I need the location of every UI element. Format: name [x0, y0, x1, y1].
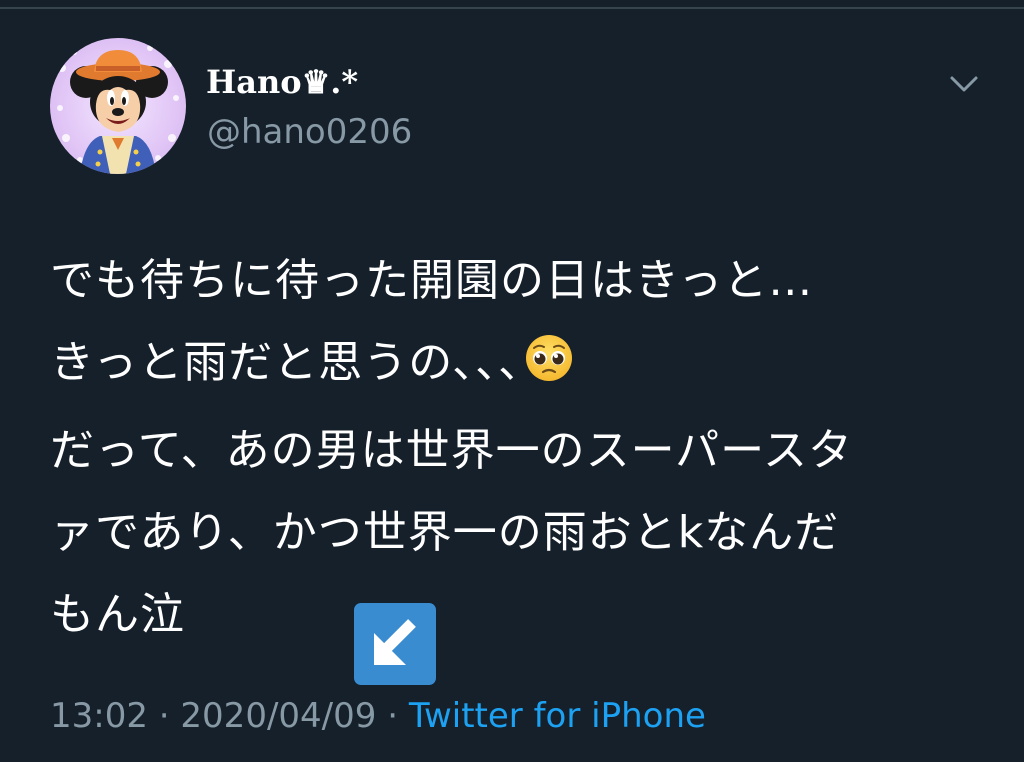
down-left-arrow-icon [354, 603, 436, 685]
user-handle[interactable]: @hano0206 [207, 110, 412, 154]
mickey-mouse-avatar-icon [50, 38, 186, 174]
tweet-source-link[interactable]: Twitter for iPhone [409, 696, 706, 736]
chevron-down-icon[interactable] [944, 64, 984, 104]
display-name[interactable]: Hano♛.* [206, 60, 358, 104]
tweet-line: だって、あの男は世界一のスーパースタ [50, 425, 853, 476]
tweet-date[interactable]: 2020/04/09 [180, 696, 376, 736]
tweet-line: もん泣 [50, 589, 185, 640]
meta-separator: · [158, 696, 170, 736]
pleading-face-emoji-icon [524, 328, 574, 410]
tweet-text: でも待ちに待った開園の日はきっと… きっと雨だと思うの､､､ だって、あの男は世… [50, 240, 990, 656]
tweet-line-with-emoji: きっと雨だと思うの､､､ [50, 322, 990, 410]
top-divider [0, 7, 1024, 9]
avatar[interactable] [50, 38, 186, 174]
tweet-time[interactable]: 13:02 [50, 696, 148, 736]
meta-separator: · [387, 696, 399, 736]
tweet-line: でも待ちに待った開園の日はきっと… [50, 255, 814, 306]
tweet-line: ァであり、かつ世界一の雨おとkなんだ [50, 507, 840, 558]
tweet-line-text: きっと雨だと思うの､､､ [50, 337, 523, 388]
tweet-meta: 13:02 · 2020/04/09 · Twitter for iPhone [50, 692, 706, 740]
